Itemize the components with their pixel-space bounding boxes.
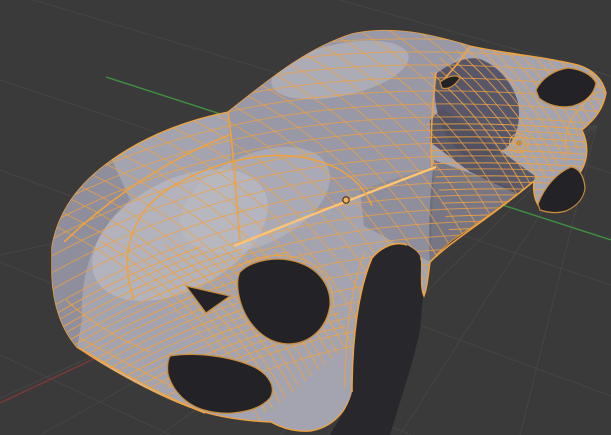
viewport-canvas[interactable] [0,0,611,435]
viewport-3d[interactable] [0,0,611,435]
object-origin-dot[interactable] [342,196,350,204]
